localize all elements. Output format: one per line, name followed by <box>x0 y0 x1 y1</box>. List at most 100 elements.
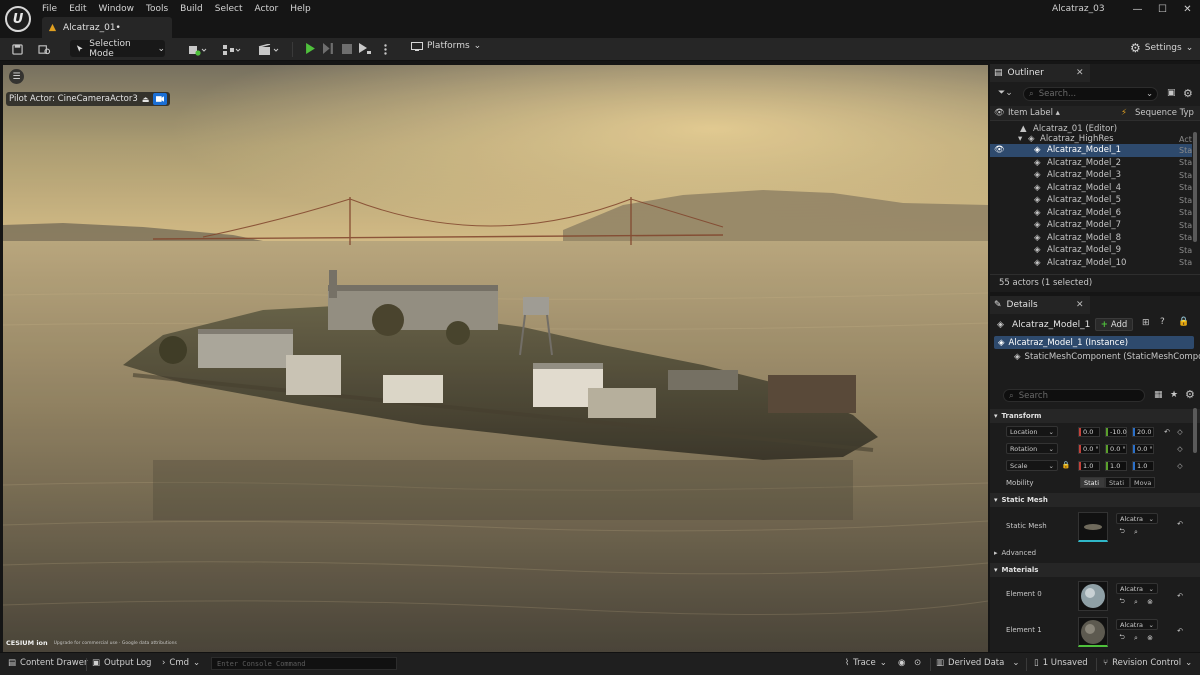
component-root-item[interactable]: ◈ Alcatraz_Model_1 (Instance) <box>994 336 1194 349</box>
sequence-type-column[interactable]: Sequence Typ <box>1135 108 1194 118</box>
reset-icon[interactable]: ↶ <box>1163 428 1171 436</box>
visibility-header-icon[interactable]: 👁 <box>994 108 1005 118</box>
blueprint-icon[interactable]: ⊞ <box>1142 318 1150 328</box>
outliner-tab[interactable]: ▤ Outliner ✕ <box>990 64 1090 82</box>
stop-icon[interactable] <box>339 41 354 56</box>
material-element-1-dropdown[interactable]: Alcatra ⌄ <box>1116 619 1158 630</box>
level-viewport[interactable]: ☰ Pilot Actor: CineCameraActor3 ⏏ CESIUM… <box>3 65 988 652</box>
static-mesh-thumbnail[interactable] <box>1078 512 1108 542</box>
mobility-static[interactable]: Stati <box>1080 477 1105 488</box>
play-options-icon[interactable] <box>380 41 390 58</box>
gear-icon[interactable]: ⚙ <box>1183 87 1193 100</box>
mobility-movable[interactable]: Mova <box>1130 477 1155 488</box>
rotation-y-field[interactable]: 0.0 ° <box>1105 444 1127 454</box>
material-icon[interactable]: ⊗ <box>1146 634 1154 642</box>
tree-row[interactable]: ◈ Alcatraz_Model_9 Sta <box>990 244 1192 257</box>
save-icon[interactable] <box>8 41 26 58</box>
menu-actor[interactable]: Actor <box>249 2 285 16</box>
location-y-field[interactable]: -10.0 <box>1105 427 1127 437</box>
rotation-dropdown[interactable]: Rotation ⌄ <box>1006 443 1058 454</box>
tree-row[interactable]: ◈ Alcatraz_Model_5 Sta <box>990 194 1192 207</box>
scale-dropdown[interactable]: Scale ⌄ <box>1006 460 1058 471</box>
rotation-z-field[interactable]: 0.0 ° <box>1132 444 1154 454</box>
keyframe-icon[interactable]: ◇ <box>1176 462 1184 470</box>
close-icon[interactable]: ✕ <box>1076 68 1084 78</box>
mobility-stationary[interactable]: Stati <box>1105 477 1130 488</box>
material-element-0-dropdown[interactable]: Alcatra ⌄ <box>1116 583 1158 594</box>
menu-tools[interactable]: Tools <box>140 2 174 16</box>
minimize-icon[interactable]: — <box>1125 2 1150 17</box>
tree-row[interactable]: ◈ Alcatraz_Model_8 Sta <box>990 232 1192 245</box>
cesium-credit[interactable]: Upgrade for commercial use · Google data… <box>54 641 177 646</box>
tree-row[interactable]: ◈ Alcatraz_Model_4 Sta <box>990 182 1192 195</box>
camera-icon[interactable] <box>153 93 168 105</box>
menu-build[interactable]: Build <box>174 2 209 16</box>
menu-help[interactable]: Help <box>284 2 317 16</box>
play-icon[interactable] <box>303 41 318 56</box>
static-mesh-asset-dropdown[interactable]: Alcatra ⌄ <box>1116 513 1158 524</box>
blueprint-icon[interactable] <box>220 41 244 58</box>
tree-row[interactable]: ◈ Alcatraz_Model_2 Sta <box>990 157 1192 170</box>
tree-row[interactable]: ◈ Alcatraz_Model_6 Sta <box>990 207 1192 220</box>
add-actor-icon[interactable] <box>186 41 210 58</box>
eject-pilot-icon[interactable]: ⏏ <box>142 95 150 104</box>
browse-arrow-icon[interactable]: ⮌ <box>1118 527 1126 536</box>
location-z-field[interactable]: 20.0 <box>1132 427 1154 437</box>
maximize-icon[interactable]: ☐ <box>1150 2 1175 17</box>
browse-arrow-icon[interactable]: ⮌ <box>1118 597 1126 606</box>
tree-row[interactable]: ◈ Alcatraz_Model_10 Sta <box>990 257 1192 270</box>
menu-file[interactable]: File <box>36 2 63 16</box>
screenshot-icon[interactable]: ⊙ <box>914 658 921 668</box>
section-transform[interactable]: ▾ Transform <box>990 409 1200 423</box>
step-forward-icon[interactable] <box>321 41 336 56</box>
settings-dropdown[interactable]: ⚙ Settings ⌄ <box>1130 41 1193 55</box>
add-folder-icon[interactable]: ▣ <box>1167 88 1176 98</box>
close-icon[interactable]: ✕ <box>1076 300 1084 310</box>
section-static-mesh[interactable]: ▾ Static Mesh <box>990 493 1200 507</box>
location-dropdown[interactable]: Location ⌄ <box>1006 426 1058 437</box>
eject-icon[interactable] <box>357 41 372 56</box>
browse-icon[interactable]: ⌕ <box>1132 598 1140 606</box>
outliner-scrollbar[interactable] <box>1193 132 1197 242</box>
material-element-0-thumbnail[interactable] <box>1078 581 1108 611</box>
tree-row[interactable]: ◈ Alcatraz_Model_7 Sta <box>990 219 1192 232</box>
favorites-icon[interactable]: ★ <box>1170 390 1178 400</box>
section-advanced[interactable]: ▸ Advanced <box>990 546 1200 560</box>
browse-icon[interactable]: ⌕ <box>1132 528 1140 536</box>
reset-icon[interactable]: ↶ <box>1176 520 1184 528</box>
section-materials[interactable]: ▾ Materials <box>990 563 1200 577</box>
menu-window[interactable]: Window <box>93 2 141 16</box>
menu-select[interactable]: Select <box>209 2 249 16</box>
trace-dropdown[interactable]: ⌇ Trace ⌄ <box>845 658 887 668</box>
content-drawer-button[interactable]: ▤ Content Drawer <box>8 658 87 668</box>
tree-row-selected[interactable]: 👁 ◈ Alcatraz_Model_1 Sta <box>990 144 1192 157</box>
lock-icon[interactable]: 🔒 <box>1178 317 1189 327</box>
add-component-button[interactable]: + Add <box>1095 318 1133 331</box>
unsaved-button[interactable]: ▯ 1 Unsaved <box>1034 658 1088 668</box>
keyframe-icon[interactable]: ◇ <box>1176 428 1184 436</box>
details-scrollbar[interactable] <box>1193 408 1197 453</box>
output-log-button[interactable]: ▣ Output Log <box>92 658 151 668</box>
menu-edit[interactable]: Edit <box>63 2 92 16</box>
unreal-logo-icon[interactable]: U <box>5 6 31 32</box>
details-tab[interactable]: ✎ Details ✕ <box>990 296 1090 314</box>
keyframe-icon[interactable]: ◇ <box>1176 445 1184 453</box>
scale-z-field[interactable]: 1.0 <box>1132 461 1154 471</box>
selection-mode-dropdown[interactable]: Selection Mode ⌄ <box>70 39 165 59</box>
location-x-field[interactable]: 0.0 <box>1078 427 1100 437</box>
record-icon[interactable]: ◉ <box>898 658 905 668</box>
platforms-dropdown[interactable]: Platforms ⌄ <box>411 41 481 51</box>
viewport-options-icon[interactable]: ☰ <box>9 69 24 84</box>
rotation-x-field[interactable]: 0.0 ° <box>1078 444 1100 454</box>
material-element-1-thumbnail[interactable] <box>1078 617 1108 647</box>
tree-row[interactable]: ◈ Alcatraz_Model_3 Sta <box>990 169 1192 182</box>
gear-icon[interactable]: ⚙ <box>1185 388 1195 401</box>
browse-icon[interactable]: ⌕ <box>1132 634 1140 642</box>
reset-icon[interactable]: ↶ <box>1176 592 1184 600</box>
cmd-dropdown[interactable]: › Cmd ⌄ <box>162 658 200 668</box>
cinematics-icon[interactable] <box>256 41 282 58</box>
scale-y-field[interactable]: 1.0 <box>1105 461 1127 471</box>
level-tab[interactable]: Alcatraz_01• <box>42 17 172 38</box>
help-icon[interactable]: ? <box>1160 317 1165 327</box>
eye-icon[interactable]: 👁 <box>994 145 1005 155</box>
